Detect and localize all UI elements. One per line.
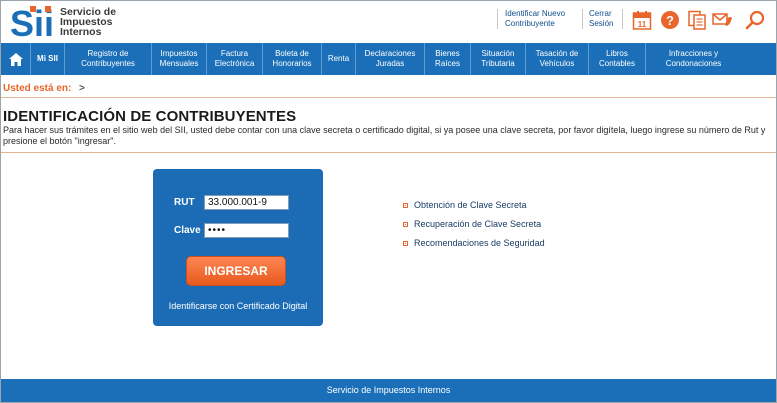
page-frame: Sii Servicio de Impuestos Internos Ident… [0,0,777,403]
main-nav: Mi SII Registro de Contribuyentes Impuest… [1,43,776,75]
contact-icon[interactable] [712,10,736,30]
home-icon [8,52,23,66]
nav-tasacion-vehiculos[interactable]: Tasación de Vehículos [526,43,589,75]
nav-registro-contribuyentes[interactable]: Registro de Contribuyentes [65,43,152,75]
link-recomendaciones-seguridad[interactable]: Recomendaciones de Seguridad [414,238,545,248]
footer: Servicio de Impuestos Internos [1,379,776,402]
clave-label: Clave [174,225,201,236]
breadcrumb: Usted está en: > [1,80,776,98]
nav-declaraciones-juradas[interactable]: Declaraciones Juradas [356,43,425,75]
nav-impuestos-mensuales[interactable]: Impuestos Mensuales [152,43,207,75]
logout-link[interactable]: Cerrar Sesión [589,9,613,28]
rut-label: RUT [174,197,195,208]
header-divider [622,9,623,29]
identify-new-taxpayer-link[interactable]: Identificar Nuevo Contribuyente [505,9,565,28]
ingresar-button[interactable]: INGRESAR [186,256,286,286]
documents-icon[interactable] [687,10,707,30]
bullet-icon [403,241,408,246]
intro-text: Para hacer sus trámites en el sitio web … [3,125,766,146]
sii-logo[interactable]: Sii [9,3,57,39]
header-divider [497,9,498,29]
link-obtencion-clave[interactable]: Obtención de Clave Secreta [414,200,527,210]
header: Sii Servicio de Impuestos Internos Ident… [1,1,776,43]
nav-factura-electronica[interactable]: Factura Electrónica [207,43,263,75]
org-name: Servicio de Impuestos Internos [60,6,117,38]
nav-home[interactable] [1,43,31,75]
svg-text:?: ? [666,13,674,28]
nav-boleta-honorarios[interactable]: Boleta de Honorarios [263,43,322,75]
calendar-icon[interactable]: 11 [632,10,652,30]
nav-mi-sii[interactable]: Mi SII [31,43,65,75]
search-icon[interactable] [745,10,765,30]
nav-situacion-tributaria[interactable]: Situación Tributaria [471,43,526,75]
calendar-day: 11 [638,20,647,29]
nav-renta[interactable]: Renta [322,43,356,75]
rut-input[interactable]: 33.000.001-9 [204,195,289,210]
bullet-icon [403,222,408,227]
nav-libros-contables[interactable]: Libros Contables [589,43,646,75]
divider [1,152,776,153]
breadcrumb-label: Usted está en: [3,83,72,94]
header-divider [582,9,583,29]
login-panel: RUT 33.000.001-9 Clave •••• INGRESAR Ide… [153,169,323,326]
help-icon[interactable]: ? [660,10,680,30]
certificate-login-link[interactable]: Identificarse con Certificado Digital [153,301,323,311]
page-title: IDENTIFICACIÓN DE CONTRIBUYENTES [3,108,297,125]
nav-bienes-raices[interactable]: Bienes Raíces [425,43,471,75]
nav-infracciones-condonaciones[interactable]: Infracciones y Condonaciones [646,43,741,75]
bullet-icon [403,203,408,208]
password-input[interactable]: •••• [204,223,289,238]
breadcrumb-arrow: > [79,83,85,94]
link-recuperacion-clave[interactable]: Recuperación de Clave Secreta [414,219,541,229]
